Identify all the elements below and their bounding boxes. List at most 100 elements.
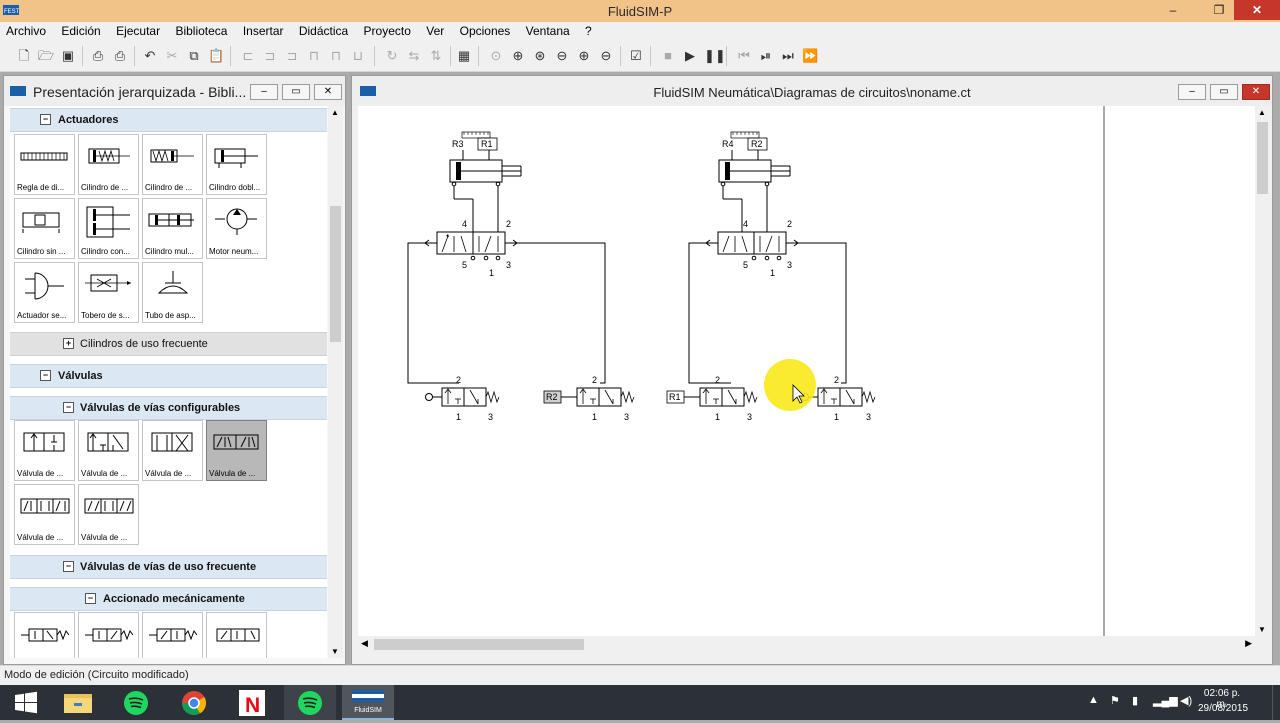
undo-icon[interactable]: ↶ <box>142 48 158 63</box>
zoom-fit-icon[interactable]: ⊙ <box>488 48 504 63</box>
tile-motor-neumatico[interactable]: Motor neum... <box>206 198 267 259</box>
tile-valvula-mecanica-3[interactable] <box>142 612 203 658</box>
circuit-diagram[interactable]: R1 R3 4 2 5 3 1 2 1 3 R2 2 1 3 R2 R4 4 2… <box>358 106 1255 636</box>
scroll-down-icon[interactable]: ▼ <box>331 647 339 656</box>
tile-valvula-6[interactable]: Válvula de ... <box>78 484 139 545</box>
tile-valvula-mecanica-1[interactable] <box>14 612 75 658</box>
network-icon[interactable]: ▂▄▆ <box>1153 694 1178 707</box>
library-close-button[interactable]: ✕ <box>314 84 342 100</box>
zoom-in-icon[interactable]: ⊕ <box>576 48 592 63</box>
netflix-icon[interactable]: N <box>226 685 278 720</box>
save-icon[interactable]: ▣ <box>60 48 76 63</box>
tile-cilindro-con[interactable]: Cilindro con... <box>78 198 139 259</box>
tile-tobera[interactable]: Tobero de s... <box>78 262 139 323</box>
action-center-icon[interactable]: ⚑ <box>1110 694 1120 707</box>
zoom-area-icon[interactable]: ⊕ <box>510 48 526 63</box>
section-valvulas-configurables[interactable]: − Válvulas de vías configurables <box>10 396 327 420</box>
chrome-icon[interactable] <box>168 685 220 720</box>
paste-icon[interactable]: 📋 <box>208 48 224 63</box>
align-left-icon[interactable]: ⊏ <box>240 48 256 63</box>
valve-3-2-b[interactable]: R2 2 1 3 <box>543 375 635 422</box>
show-desktop-button[interactable] <box>1272 685 1280 720</box>
pause-icon[interactable]: ❚❚ <box>704 48 726 63</box>
valve-5-2-2[interactable]: 4 2 5 3 1 <box>703 219 800 278</box>
align-top-icon[interactable]: ⊓ <box>306 48 322 63</box>
reset-icon[interactable]: ⏮ <box>736 48 752 63</box>
menu-biblioteca[interactable]: Biblioteca <box>169 22 233 38</box>
step-end-icon[interactable]: ⏭ <box>780 48 796 63</box>
scroll-thumb[interactable] <box>330 206 341 342</box>
power-icon[interactable]: ▮ <box>1132 694 1138 707</box>
circuit-maximize-button[interactable]: ▭ <box>1210 84 1238 100</box>
clock-date[interactable]: 29/08/2015 <box>1198 703 1248 714</box>
menu-help[interactable]: ? <box>579 22 598 38</box>
cut-icon[interactable]: ✂ <box>164 48 180 63</box>
tile-valvula-2[interactable]: Válvula de ... <box>78 420 139 481</box>
zoom-page-icon[interactable]: ⊖ <box>554 48 570 63</box>
step-icon[interactable]: ⏯ <box>758 48 774 63</box>
circuit-close-button[interactable]: ✕ <box>1242 84 1270 100</box>
collapse-icon[interactable]: − <box>63 402 74 413</box>
menu-ver[interactable]: Ver <box>420 22 450 38</box>
collapse-icon[interactable]: − <box>63 561 74 572</box>
file-explorer-icon[interactable] <box>52 685 104 720</box>
menu-ventana[interactable]: Ventana <box>520 22 576 38</box>
valve-3-2-a[interactable]: 2 1 3 <box>425 375 500 422</box>
spotify-icon[interactable] <box>110 685 162 720</box>
tile-cilindro-doble[interactable]: Cilindro dobl... <box>206 134 267 195</box>
section-actuadores[interactable]: − Actuadores <box>10 108 327 132</box>
volume-icon[interactable]: ◀) <box>1180 694 1192 707</box>
tile-valvula-3[interactable]: Válvula de ... <box>142 420 203 481</box>
stop-icon[interactable]: ■ <box>660 48 676 63</box>
scroll-left-icon[interactable]: ◀ <box>361 638 368 649</box>
menu-didactica[interactable]: Didáctica <box>293 22 354 38</box>
windows-start-icon[interactable] <box>0 685 52 720</box>
menu-insertar[interactable]: Insertar <box>237 22 290 38</box>
library-maximize-button[interactable]: ▭ <box>282 84 310 100</box>
fast-forward-icon[interactable]: ⏩ <box>802 48 818 63</box>
tile-cilindro-1[interactable]: Cilindro de ... <box>78 134 139 195</box>
align-bottom-icon[interactable]: ⊔ <box>350 48 366 63</box>
library-scrollbar[interactable]: ▲ ▼ <box>328 106 343 658</box>
collapse-icon[interactable]: − <box>40 114 51 125</box>
scroll-down-icon[interactable]: ▼ <box>1258 625 1266 634</box>
tile-valvula-mecanica-2[interactable] <box>78 612 139 658</box>
tray-arrow-icon[interactable]: ▲ <box>1088 694 1099 706</box>
scroll-up-icon[interactable]: ▲ <box>331 108 339 117</box>
app-maximize-button[interactable]: ❐ <box>1204 0 1234 20</box>
circuit-horizontal-scrollbar[interactable]: ◀ ▶ <box>358 636 1255 654</box>
align-center-icon[interactable]: ⊐ <box>262 48 278 63</box>
zoom-100-icon[interactable]: ⊛ <box>532 48 548 63</box>
menu-ejecutar[interactable]: Ejecutar <box>110 22 166 38</box>
print-preview-icon[interactable]: ⎙ <box>90 48 106 63</box>
tile-regla[interactable]: Regla de di... <box>14 134 75 195</box>
circuit-vertical-scrollbar[interactable]: ▲ ▼ <box>1255 106 1270 636</box>
tile-valvula-5[interactable]: Válvula de ... <box>14 484 75 545</box>
rotate-icon[interactable]: ↻ <box>384 48 400 63</box>
copy-icon[interactable]: ⧉ <box>186 48 202 63</box>
cylinder-1[interactable]: R1 R3 <box>449 131 522 183</box>
scroll-up-icon[interactable]: ▲ <box>1258 108 1266 117</box>
tile-actuador-semi[interactable]: Actuador se... <box>14 262 75 323</box>
valve-3-2-c[interactable]: R1 2 1 3 <box>666 375 758 422</box>
app-close-button[interactable]: ✕ <box>1234 0 1280 20</box>
new-icon[interactable]: 🗋 <box>16 48 32 63</box>
app-minimize-button[interactable]: – <box>1158 0 1188 20</box>
check-icon[interactable]: ☑ <box>628 48 644 63</box>
circuit-canvas[interactable]: R1 R3 4 2 5 3 1 2 1 3 R2 2 1 3 R2 R4 4 2… <box>358 106 1255 636</box>
tile-cilindro-2[interactable]: Cilindro de ... <box>142 134 203 195</box>
tile-valvula-4-selected[interactable]: Válvula de ... <box>206 420 267 481</box>
cylinder-2[interactable]: R2 R4 <box>718 131 791 183</box>
collapse-icon[interactable]: − <box>40 370 51 381</box>
section-cilindros-frecuentes[interactable]: + Cilindros de uso frecuente <box>10 332 327 356</box>
flip-icon[interactable]: ⇆ <box>406 48 422 63</box>
scroll-right-icon[interactable]: ▶ <box>1245 638 1252 649</box>
print-icon[interactable]: ⎙ <box>112 48 128 63</box>
align-middle-icon[interactable]: ⊓ <box>328 48 344 63</box>
tile-cilindro-sin[interactable]: Cilindro sin ... <box>14 198 75 259</box>
menu-archivo[interactable]: Archivo <box>0 22 52 38</box>
valve-5-2-1[interactable]: 4 2 5 3 1 <box>422 219 519 278</box>
align-right-icon[interactable]: ⊐ <box>284 48 300 63</box>
circuit-minimize-button[interactable]: – <box>1178 84 1206 100</box>
scroll-thumb[interactable] <box>1257 122 1268 194</box>
